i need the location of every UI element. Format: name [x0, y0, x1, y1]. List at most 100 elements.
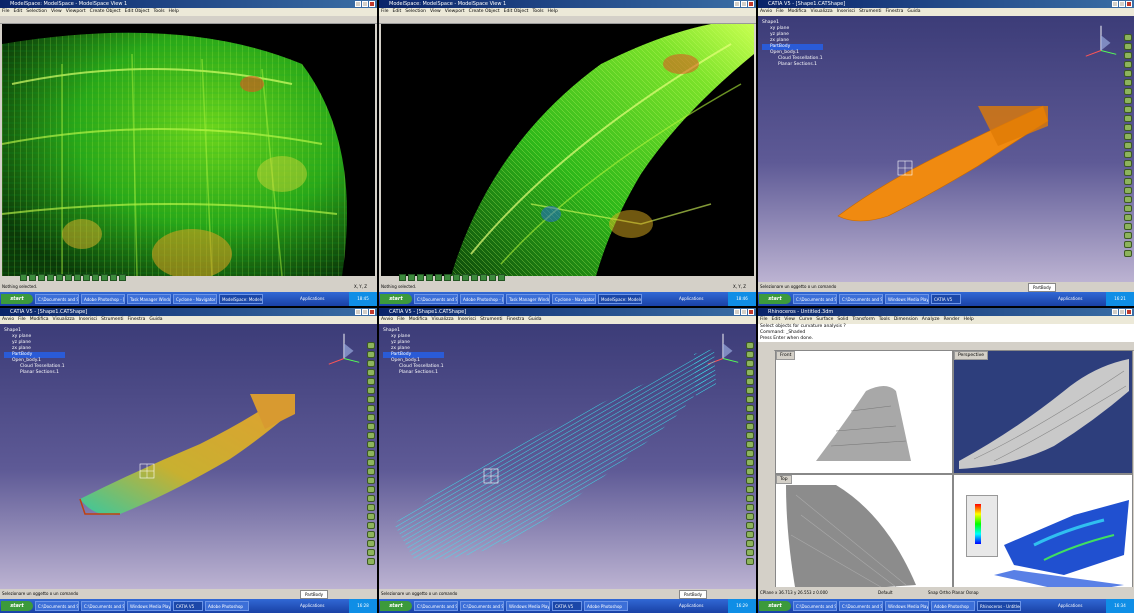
view-icon[interactable]	[498, 274, 505, 281]
menu-file[interactable]: File	[379, 9, 391, 14]
tool-icon[interactable]	[746, 387, 754, 394]
close-button[interactable]	[748, 1, 754, 7]
maximize-button[interactable]	[1119, 1, 1125, 7]
taskbar-item-active[interactable]: ModelSpace: Modelsp...	[219, 294, 263, 304]
maximize-button[interactable]	[362, 309, 368, 315]
menu-file[interactable]: File	[395, 317, 407, 322]
tool-icon[interactable]	[746, 378, 754, 385]
tool-icon[interactable]	[1124, 187, 1132, 194]
tool-icon[interactable]	[746, 495, 754, 502]
tool-icon[interactable]	[1124, 43, 1132, 50]
view-icon[interactable]	[435, 274, 442, 281]
view-icon[interactable]	[20, 274, 27, 281]
maximize-button[interactable]	[741, 1, 747, 7]
start-button[interactable]: start	[1, 601, 33, 611]
point-cloud-viewport[interactable]	[2, 24, 375, 276]
menu-file[interactable]: File	[0, 9, 12, 14]
tool-icon[interactable]	[367, 540, 375, 547]
maximize-button[interactable]	[362, 1, 368, 7]
point-cloud-viewport[interactable]	[381, 24, 754, 276]
tool-icon[interactable]	[367, 495, 375, 502]
body-combo[interactable]: PartBody	[1028, 283, 1056, 292]
viewport-perspective[interactable]: Perspective	[953, 350, 1133, 474]
viewport-front[interactable]: Front	[775, 350, 953, 474]
tool-icon[interactable]	[1124, 223, 1132, 230]
tool-icon[interactable]	[746, 486, 754, 493]
taskbar-item[interactable]: Cyclone - Navigator	[173, 294, 217, 304]
tool-icon[interactable]	[1124, 169, 1132, 176]
menu-help[interactable]: Guida	[526, 317, 543, 322]
view-icon[interactable]	[101, 274, 108, 281]
tool-icon[interactable]	[367, 351, 375, 358]
menu-insert[interactable]: Inserisci	[456, 317, 478, 322]
tool-icon[interactable]	[1124, 61, 1132, 68]
menu-insert[interactable]: Inserisci	[835, 9, 857, 14]
menu-edit[interactable]: Modifica	[786, 9, 809, 14]
applications-menu[interactable]: Applications	[679, 601, 703, 611]
menu-tools[interactable]: Strumenti	[857, 9, 883, 14]
tool-icon[interactable]	[367, 504, 375, 511]
tool-icon[interactable]	[1124, 142, 1132, 149]
tool-icon[interactable]	[367, 558, 375, 565]
menu-start[interactable]: Avvio	[379, 317, 395, 322]
viewport-label[interactable]: Front	[776, 351, 796, 360]
viewport-label[interactable]: Top	[776, 475, 792, 484]
tree-item[interactable]: Planar Sections.1	[762, 62, 823, 68]
menu-help[interactable]: Help	[167, 9, 181, 14]
tool-icon[interactable]	[746, 369, 754, 376]
taskbar-item[interactable]: C:\Documents and Se...	[839, 294, 883, 304]
menu-view[interactable]: View	[782, 317, 797, 322]
taskbar-item[interactable]: Adobe Photoshop	[931, 601, 975, 611]
compass-icon[interactable]	[325, 330, 363, 368]
tool-icon[interactable]	[746, 522, 754, 529]
menu-help[interactable]: Help	[546, 9, 560, 14]
view-icon[interactable]	[462, 274, 469, 281]
tool-icon[interactable]	[746, 468, 754, 475]
menu-render[interactable]: Render	[941, 317, 961, 322]
close-button[interactable]	[1126, 309, 1132, 315]
maximize-button[interactable]	[741, 309, 747, 315]
catia-3d-viewport[interactable]: Shape1 xy plane yz plane zx plane PartBo…	[0, 324, 377, 589]
menu-view[interactable]: View	[49, 9, 64, 14]
tool-icon[interactable]	[746, 351, 754, 358]
menu-viewport[interactable]: Viewport	[443, 9, 467, 14]
view-icon[interactable]	[408, 274, 415, 281]
tool-icon[interactable]	[746, 414, 754, 421]
taskbar-item[interactable]: Task Manager Windows	[127, 294, 171, 304]
taskbar-item-active[interactable]: CATIA V5	[552, 601, 582, 611]
view-icon[interactable]	[65, 274, 72, 281]
close-button[interactable]	[369, 1, 375, 7]
minimize-button[interactable]	[355, 309, 361, 315]
menu-view[interactable]: Visualizza	[430, 317, 456, 322]
tool-icon[interactable]	[367, 360, 375, 367]
taskbar-item[interactable]: Cyclone - Navigator	[552, 294, 596, 304]
taskbar-item[interactable]: C:\Documents and Se...	[35, 601, 79, 611]
tool-icon[interactable]	[367, 342, 375, 349]
tool-icon[interactable]	[367, 450, 375, 457]
applications-menu[interactable]: Applications	[1058, 601, 1082, 611]
tool-icon[interactable]	[367, 549, 375, 556]
taskbar-item[interactable]: Windows Media Player	[885, 601, 929, 611]
tool-icon[interactable]	[1124, 70, 1132, 77]
taskbar-item-active[interactable]: CATIA V5	[173, 601, 203, 611]
tool-icon[interactable]	[746, 477, 754, 484]
start-button[interactable]: start	[380, 294, 412, 304]
start-button[interactable]: start	[759, 601, 791, 611]
tool-icon[interactable]	[367, 396, 375, 403]
taskbar-item-active[interactable]: CATIA V5	[931, 294, 961, 304]
taskbar-item[interactable]: C:\Documents and Se...	[414, 294, 458, 304]
tool-icon[interactable]	[367, 432, 375, 439]
tool-icon[interactable]	[367, 459, 375, 466]
taskbar-item[interactable]: C:\Documents and Se...	[35, 294, 79, 304]
menu-start[interactable]: Avvio	[0, 317, 16, 322]
menu-selection[interactable]: Selection	[403, 9, 428, 14]
tool-icon[interactable]	[746, 396, 754, 403]
view-icon[interactable]	[119, 274, 126, 281]
taskbar-item[interactable]: Adobe Photoshop - [...	[81, 294, 125, 304]
view-icon[interactable]	[453, 274, 460, 281]
body-combo[interactable]: PartBody	[300, 590, 328, 599]
osnap-toggles[interactable]: Snap Ortho Planar Osnap	[928, 587, 979, 599]
tree-item[interactable]: Planar Sections.1	[4, 370, 65, 376]
tool-icon[interactable]	[1124, 115, 1132, 122]
menu-edit[interactable]: Modifica	[407, 317, 430, 322]
